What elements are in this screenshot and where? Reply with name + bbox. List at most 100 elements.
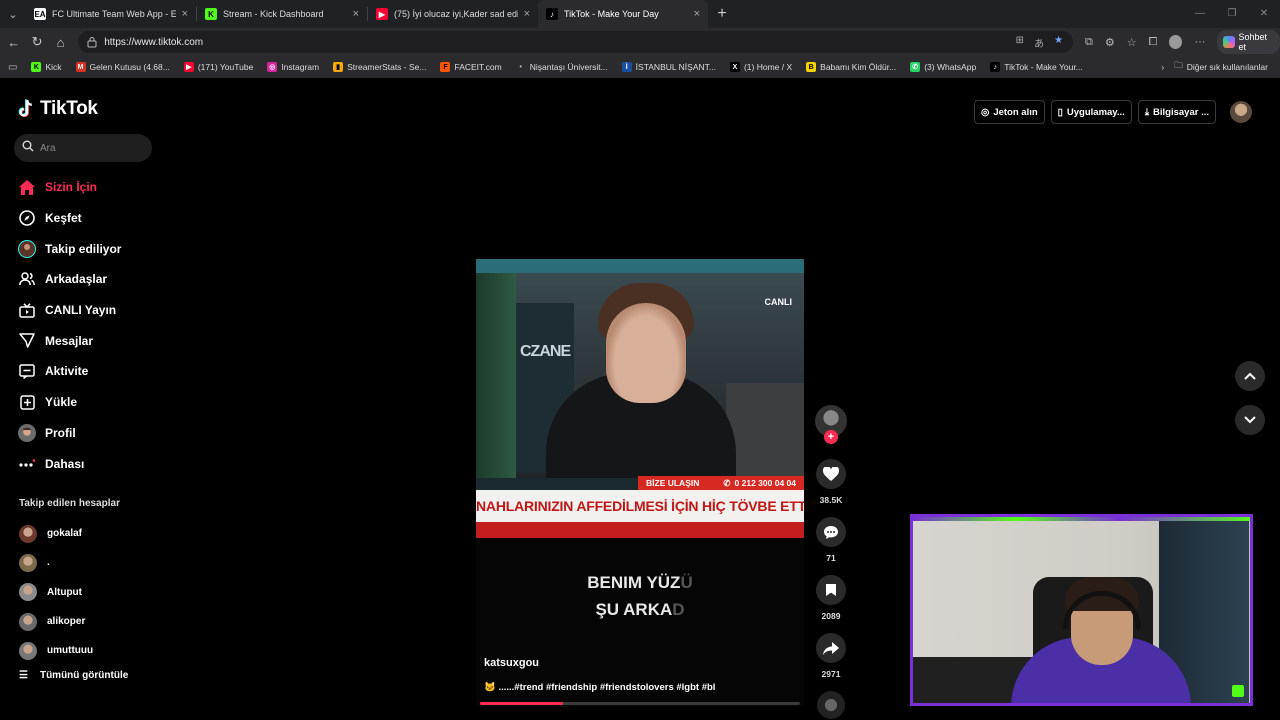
user-avatar[interactable] <box>1230 101 1252 123</box>
tab-close-icon[interactable]: × <box>182 8 188 20</box>
bookmark-label: İSTANBUL NİŞANT... <box>635 62 716 72</box>
bookmark-item[interactable]: F FACEIT.com <box>440 62 502 72</box>
browser-address-bar: ← ↻ ⌂ https://www.tiktok.com ⊞ あ ★ ⧉ ⚙ ☆… <box>0 28 1280 56</box>
bookmark-label: Gelen Kutusu (4.68... <box>89 62 170 72</box>
sidebar-item[interactable]: Takip ediliyor <box>18 233 168 264</box>
music-disc-icon[interactable] <box>817 691 845 719</box>
reading-list-icon[interactable]: ▭ <box>8 62 17 73</box>
extensions-icon[interactable]: ⧉ <box>1085 36 1093 49</box>
sidebar-item-label: Yükle <box>45 395 78 410</box>
tiktok-logo[interactable]: TikTok <box>18 98 98 120</box>
bookmark-item[interactable]: B Babamı Kim Öldür... <box>806 62 896 72</box>
following-account[interactable]: umuttuuu <box>19 636 169 665</box>
like-button[interactable] <box>816 459 846 489</box>
bookmark-item[interactable]: M Gelen Kutusu (4.68... <box>75 62 170 72</box>
close-window-button[interactable]: ✕ <box>1248 0 1280 28</box>
bookmark-item[interactable]: • Nişantaşı Üniversit... <box>515 62 608 72</box>
bookmark-item[interactable]: ♪ TikTok - Make Your... <box>990 62 1083 72</box>
browser-profile-avatar[interactable] <box>1169 35 1183 49</box>
favorites-icon[interactable]: ☆ <box>1127 36 1137 49</box>
account-avatar <box>19 583 37 602</box>
sidebar-item[interactable]: Yükle <box>18 387 168 418</box>
refresh-button[interactable]: ↻ <box>25 34 48 50</box>
copilot-chat-button[interactable]: Sohbet et <box>1217 30 1280 54</box>
browser-tab[interactable]: ▶ (75) İyi olucaz iyi,Kader sad edit (d × <box>368 0 538 28</box>
video-author[interactable]: katsuxgou <box>484 657 539 669</box>
bookmark-item[interactable]: ▶ (171) YouTube <box>183 62 253 72</box>
see-all-link[interactable]: ☰ Tümünü görüntüle <box>19 670 128 681</box>
following-account[interactable]: Altuput <box>19 578 169 607</box>
search-input[interactable] <box>40 142 140 154</box>
url-field[interactable]: https://www.tiktok.com ⊞ あ ★ <box>78 31 1074 53</box>
video-description[interactable]: 🐱 ......#trend #friendship #friendstolov… <box>484 682 715 693</box>
get-coins-button[interactable]: ◎ Jeton alın <box>974 100 1045 124</box>
following-account[interactable]: . <box>19 548 169 577</box>
sidebar-item[interactable]: Arkadaşlar <box>18 264 168 295</box>
home-button[interactable]: ⌂ <box>49 35 72 50</box>
browser-tab[interactable]: K Stream - Kick Dashboard × <box>197 0 367 28</box>
sidebar-item-label: Profil <box>45 425 76 440</box>
bookmarks-overflow-chevron-icon[interactable]: › <box>1161 62 1164 72</box>
sidebar-item[interactable]: Dahası <box>18 448 168 479</box>
split-screen-icon[interactable]: ⚙ <box>1105 36 1115 49</box>
following-account[interactable]: gokalaf <box>19 519 169 548</box>
next-video-button[interactable] <box>1235 405 1265 435</box>
feed-navigation <box>1235 361 1265 449</box>
bookmark-favicon-icon: ◎ <box>267 62 278 72</box>
video-progress-bar[interactable] <box>480 702 800 705</box>
app-available-icon[interactable]: ⊞ <box>1016 35 1024 50</box>
creator-avatar[interactable]: + <box>815 405 847 444</box>
previous-video-button[interactable] <box>1235 361 1265 391</box>
favorite-star-icon[interactable]: ★ <box>1054 35 1063 50</box>
search-box[interactable] <box>14 134 152 162</box>
sidebar-item-label: Mesajlar <box>45 333 94 348</box>
bookmark-favicon-icon: K <box>31 62 42 72</box>
tab-close-icon[interactable]: × <box>694 8 700 20</box>
browser-tab[interactable]: ♪ TikTok - Make Your Day × <box>538 0 708 28</box>
tab-favicon-icon: K <box>205 8 217 20</box>
bookmark-item[interactable]: ◎ Instagram <box>267 62 319 72</box>
follow-plus-icon[interactable]: + <box>824 430 838 444</box>
bookmark-item[interactable]: X (1) Home / X <box>729 62 792 72</box>
browser-tab[interactable]: EA FC Ultimate Team Web App - EA S × <box>26 0 196 28</box>
bookmark-item[interactable]: K Kick <box>31 62 62 72</box>
phone-icon: ✆ <box>723 477 731 488</box>
tab-close-icon[interactable]: × <box>524 8 530 20</box>
sidebar-item[interactable]: Keşfet <box>18 203 168 234</box>
desktop-app-button[interactable]: ⤓ Bilgisayar ... <box>1137 100 1216 124</box>
account-name: Altuput <box>47 586 82 598</box>
bookmark-item[interactable]: İ İSTANBUL NİŞANT... <box>621 62 716 72</box>
video-player[interactable]: CZANE CANLI BİZE ULAŞIN ✆ 0 212 300 04 0… <box>476 259 804 707</box>
other-bookmarks-folder[interactable]: 🗀 Diğer sık kullanılanlar <box>1174 60 1268 74</box>
tab-list-chevron-icon[interactable]: ⌄ <box>0 0 26 28</box>
save-button[interactable] <box>816 575 846 605</box>
translate-icon[interactable]: あ <box>1034 35 1044 50</box>
home-icon <box>18 178 36 196</box>
bookmark-favicon-icon: F <box>440 62 451 72</box>
collections-icon[interactable]: ⧠ <box>1149 36 1158 49</box>
share-button[interactable] <box>816 633 846 663</box>
get-app-button[interactable]: ▯ Uygulamay... <box>1050 100 1132 124</box>
maximize-button[interactable]: ❐ <box>1216 0 1248 28</box>
new-tab-button[interactable]: + <box>708 5 736 23</box>
phone-icon: ▯ <box>1057 106 1063 118</box>
back-button[interactable]: ← <box>2 35 25 50</box>
sidebar-item[interactable]: CANLI Yayın <box>18 295 168 326</box>
search-icon <box>22 139 34 157</box>
sidebar-item[interactable]: Sizin İçin <box>18 172 168 203</box>
bookmark-favicon-icon: • <box>515 62 526 72</box>
video-actions: + 38.5K 71 2089 2971 <box>814 405 848 719</box>
comment-button[interactable] <box>816 517 846 547</box>
following-account[interactable]: alikoper <box>19 607 169 636</box>
sidebar-item[interactable]: Mesajlar <box>18 325 168 356</box>
bookmark-item[interactable]: ✆ (3) WhatsApp <box>910 62 976 72</box>
settings-more-icon[interactable]: ··· <box>1194 36 1205 48</box>
site-info-icon[interactable] <box>86 36 98 48</box>
tab-close-icon[interactable]: × <box>353 8 359 20</box>
sidebar-item[interactable]: Aktivite <box>18 356 168 387</box>
minimize-button[interactable]: — <box>1184 0 1216 28</box>
top-actions: ◎ Jeton alın ▯ Uygulamay... ⤓ Bilgisayar… <box>974 100 1252 124</box>
sidebar-item-label: CANLI Yayın <box>45 303 117 318</box>
sidebar-item[interactable]: Profil <box>18 418 168 449</box>
bookmark-item[interactable]: ▮ StreamerStats - Se... <box>333 62 426 72</box>
